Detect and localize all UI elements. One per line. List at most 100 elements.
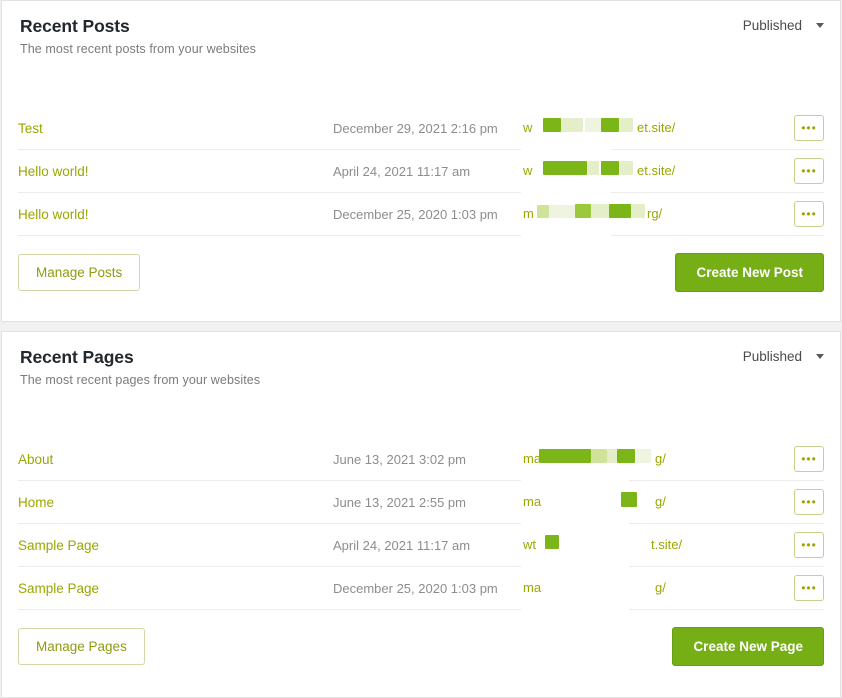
posts-status-filter[interactable]: Published [743,18,824,33]
redaction-block [575,203,591,218]
page-url[interactable]: wt t.site/ [523,524,762,567]
page-url[interactable]: ma g/ [523,438,762,481]
recent-posts-card: Recent Posts The most recent posts from … [1,0,841,322]
table-row[interactable]: Hello world! December 25, 2020 1:03 pm m… [18,193,824,236]
post-actions-button[interactable]: ••• [794,115,824,141]
page-date: April 24, 2021 11:17 am [333,537,471,553]
page-title-link[interactable]: Sample Page [18,538,333,553]
row-actions: ••• [762,158,824,184]
recent-pages-subtitle: The most recent pages from your websites [20,373,261,387]
page-url-prefix: ma [523,579,542,595]
page-url-suffix: g/ [655,450,666,466]
row-actions: ••• [762,575,824,601]
chevron-down-icon [816,354,824,359]
page-url-suffix: t.site/ [651,536,683,552]
page-title: Recent Posts [20,16,130,36]
post-url-prefix: m [523,205,534,221]
post-actions-label: ••• [801,121,817,135]
recent-posts-header: Recent Posts The most recent posts from … [2,1,840,59]
page-actions-button[interactable]: ••• [794,532,824,558]
redaction-block [587,160,599,175]
create-new-post-button[interactable]: Create New Post [675,252,824,292]
pages-table-spacer [2,390,840,438]
recent-pages-table: About June 13, 2021 3:02 pm ma g/ ••• Ho… [2,390,840,615]
recent-pages-footer: Manage Pages Create New Page [2,610,840,682]
redaction-block [549,204,575,218]
row-actions: ••• [762,115,824,141]
row-actions: ••• [762,489,824,515]
page-actions-label: ••• [801,538,817,552]
post-url-suffix: rg/ [647,205,663,221]
redaction-block [543,160,587,175]
recent-posts-footer: Manage Posts Create New Post [2,236,840,308]
row-actions: ••• [762,532,824,558]
post-actions-label: ••• [801,207,817,221]
post-url-suffix: et.site/ [637,162,676,178]
redaction-block [591,203,609,218]
page-actions-button[interactable]: ••• [794,489,824,515]
recent-pages-title: Recent Pages [20,347,134,367]
redaction-block [543,117,561,132]
redaction-block [621,491,637,507]
page-url-prefix: wt [523,536,536,552]
pages-status-filter-label: Published [742,349,802,364]
table-row[interactable]: Sample Page April 24, 2021 11:17 am wt t… [18,524,824,567]
page-url-suffix: g/ [655,579,666,595]
redaction-block [631,203,645,218]
redaction-block [635,448,651,463]
table-row[interactable]: Test December 29, 2021 2:16 pm w et.site… [18,107,824,150]
redaction-block [607,448,617,463]
post-url[interactable]: w et.site/ [523,107,762,150]
manage-posts-button[interactable]: Manage Posts [18,253,141,291]
redaction-block [601,160,619,175]
post-date: December 29, 2021 2:16 pm [333,120,498,136]
post-url-prefix: w [523,119,533,135]
chevron-down-icon [816,23,824,28]
recent-posts-table: Test December 29, 2021 2:16 pm w et.site… [2,59,840,241]
manage-pages-button[interactable]: Manage Pages [18,627,145,665]
page-title-link[interactable]: About [18,452,333,467]
page-date: December 25, 2020 1:03 pm [333,580,498,596]
post-url[interactable]: m rg/ [523,193,762,236]
page-url-prefix: ma [523,493,542,509]
redaction-block [601,117,619,132]
redaction-block [585,117,601,132]
redaction-block [537,204,549,218]
post-title-link[interactable]: Test [18,121,333,136]
post-title-link[interactable]: Hello world! [18,207,333,222]
table-row[interactable]: Hello world! April 24, 2021 11:17 am w e… [18,150,824,193]
redaction-block [619,160,633,175]
post-url-prefix: w [523,162,533,178]
post-date: December 25, 2020 1:03 pm [333,206,498,222]
pages-status-filter[interactable]: Published [743,349,824,364]
page-url[interactable]: ma g/ [523,481,762,524]
redaction-block [609,203,631,218]
page-url[interactable]: ma g/ [523,567,762,610]
table-row[interactable]: Sample Page December 25, 2020 1:03 pm ma… [18,567,824,610]
redaction-block [545,534,559,549]
row-actions: ••• [762,201,824,227]
row-actions: ••• [762,446,824,472]
page-date: June 13, 2021 3:02 pm [333,451,466,467]
post-url[interactable]: w et.site/ [523,150,762,193]
recent-posts-subtitle: The most recent posts from your websites [20,42,257,56]
create-new-page-button[interactable]: Create New Page [672,626,824,666]
dashboard-content: Recent Posts The most recent posts from … [0,0,842,698]
redaction-block [539,448,591,463]
post-date: April 24, 2021 11:17 am [333,163,471,179]
post-url-suffix: et.site/ [637,119,676,135]
page-date: June 13, 2021 2:55 pm [333,494,466,510]
redaction-block [619,117,633,132]
page-actions-button[interactable]: ••• [794,446,824,472]
post-actions-button[interactable]: ••• [794,201,824,227]
page-title-link[interactable]: Home [18,495,333,510]
post-actions-label: ••• [801,164,817,178]
page-title-link[interactable]: Sample Page [18,581,333,596]
post-title-link[interactable]: Hello world! [18,164,333,179]
table-row[interactable]: Home June 13, 2021 2:55 pm ma g/ ••• [18,481,824,524]
page-actions-button[interactable]: ••• [794,575,824,601]
table-row[interactable]: About June 13, 2021 3:02 pm ma g/ ••• [18,438,824,481]
posts-status-filter-label: Published [742,18,802,33]
redaction-block [591,448,607,463]
post-actions-button[interactable]: ••• [794,158,824,184]
